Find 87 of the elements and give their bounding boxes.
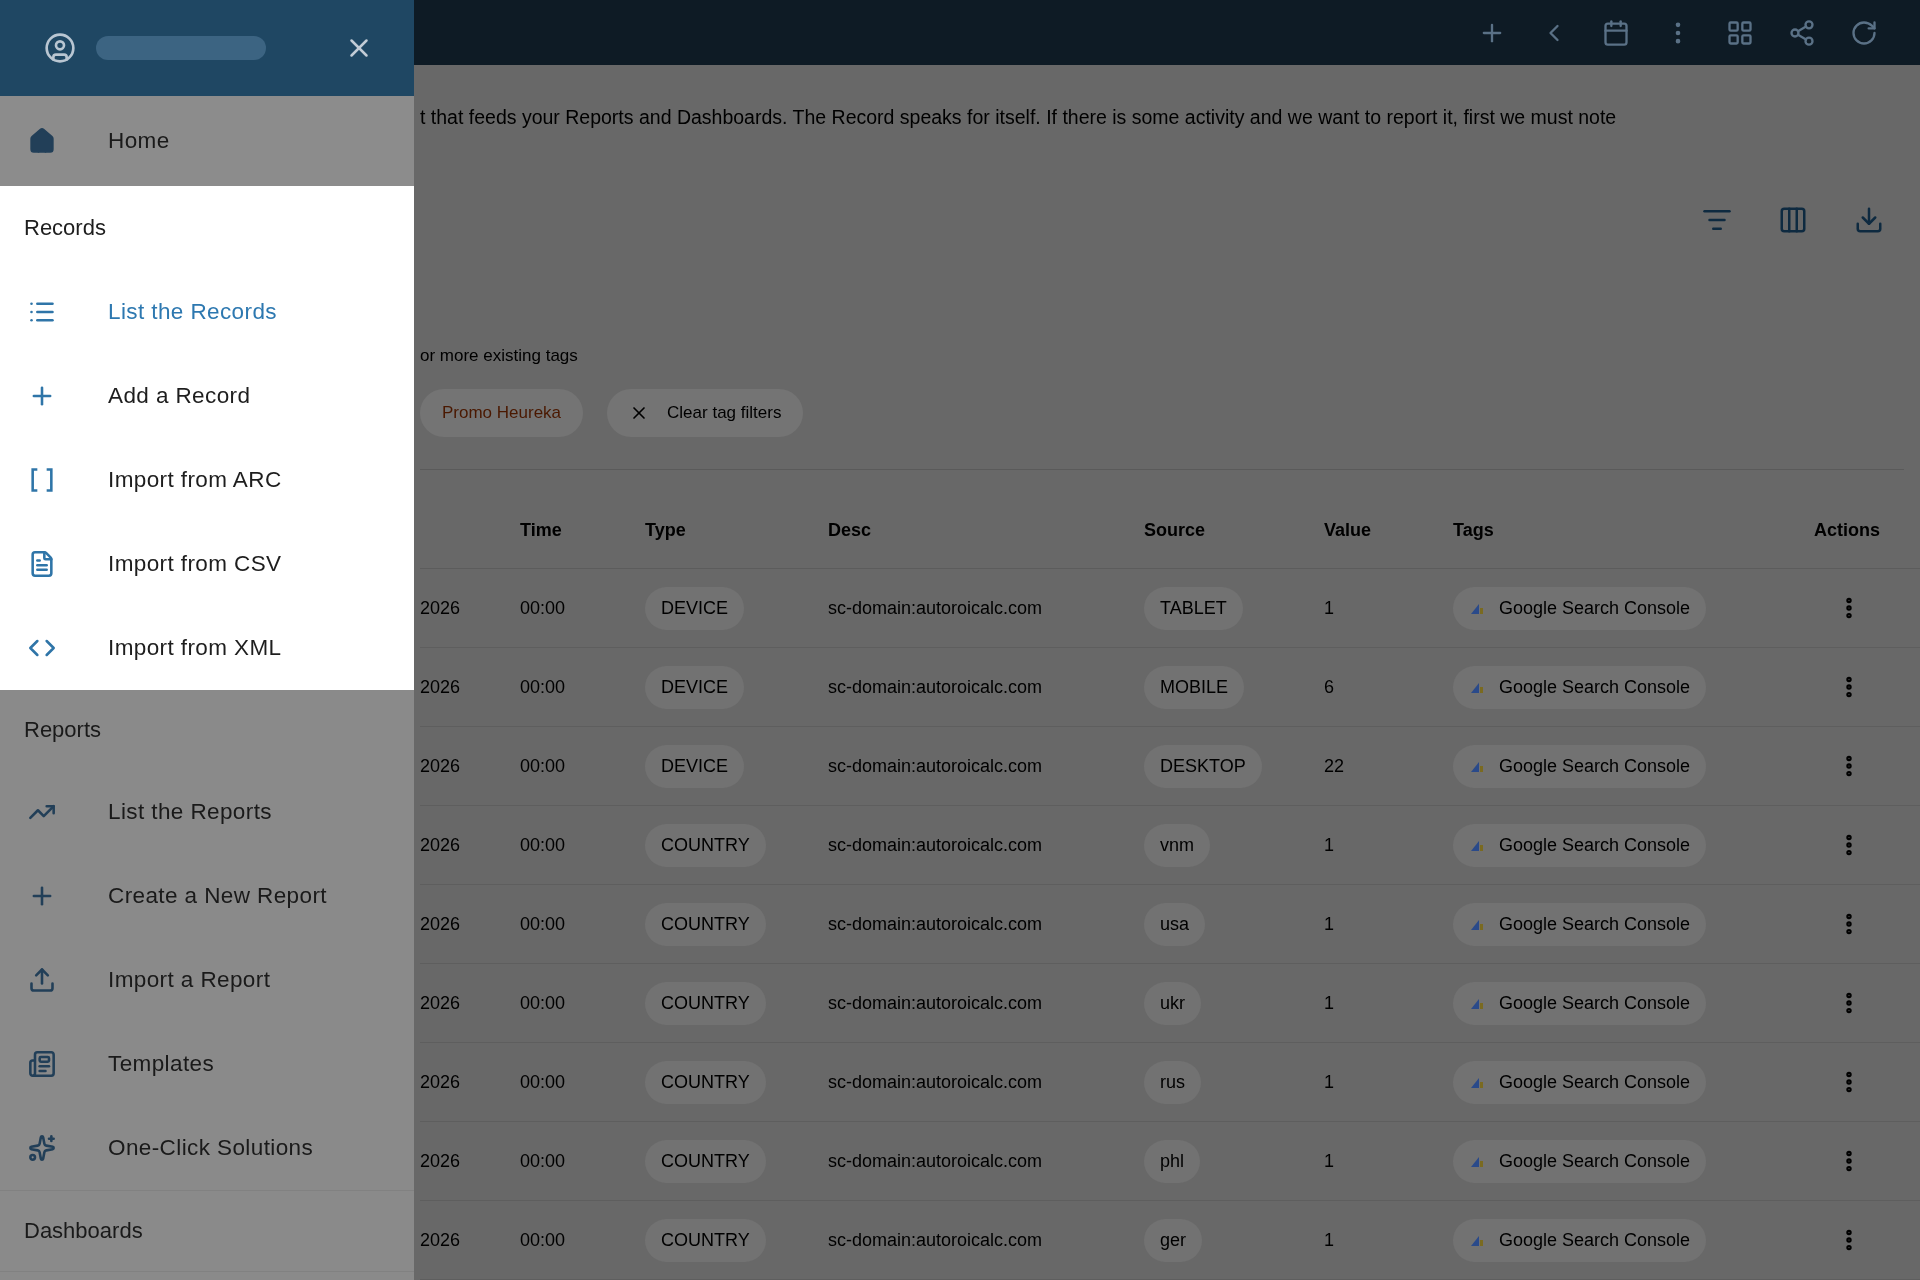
desc-cell: sc-domain:autoroicalc.com bbox=[828, 992, 1043, 1014]
menu-item[interactable]: List the Records bbox=[0, 270, 414, 354]
column-header[interactable]: Desc bbox=[828, 519, 872, 541]
desc-cell: sc-domain:autoroicalc.com bbox=[828, 913, 1043, 935]
type-chip: COUNTRY bbox=[645, 902, 766, 946]
source-chip: MOBILE bbox=[1144, 665, 1245, 709]
date-cell: 2026 bbox=[420, 834, 461, 856]
menu-item[interactable]: Import from ARC bbox=[0, 438, 414, 522]
desc-cell: sc-domain:autoroicalc.com bbox=[828, 755, 1043, 777]
source-chip: vnm bbox=[1144, 823, 1210, 867]
tag-chip: Google Search Console bbox=[1453, 586, 1707, 630]
tag-chip: Google Search Console bbox=[1453, 823, 1707, 867]
section-heading: Reports bbox=[23, 716, 103, 744]
source-chip: DESKTOP bbox=[1144, 744, 1262, 788]
date-cell: 2026 bbox=[420, 1150, 461, 1172]
type-chip: DEVICE bbox=[645, 744, 745, 788]
tag-chip: Google Search Console bbox=[1453, 1060, 1707, 1104]
time-cell: 00:00 bbox=[520, 1229, 566, 1251]
value-cell: 22 bbox=[1324, 755, 1345, 777]
column-header[interactable]: Type bbox=[645, 519, 686, 541]
tag-chip: Google Search Console bbox=[1453, 902, 1707, 946]
value-cell: 1 bbox=[1324, 1150, 1334, 1172]
tag-chip: Google Search Console bbox=[1453, 1218, 1707, 1262]
date-cell: 2026 bbox=[420, 597, 461, 619]
date-cell: 2026 bbox=[420, 992, 461, 1014]
menu-item[interactable]: Templates bbox=[0, 1022, 414, 1106]
date-cell: 2026 bbox=[420, 1229, 461, 1251]
date-cell: 2026 bbox=[420, 676, 461, 698]
time-cell: 00:00 bbox=[520, 676, 566, 698]
source-chip: ukr bbox=[1144, 981, 1201, 1025]
desc-cell: sc-domain:autoroicalc.com bbox=[828, 676, 1043, 698]
tag-chip[interactable]: Promo Heureka bbox=[420, 389, 584, 437]
source-chip: TABLET bbox=[1144, 586, 1243, 630]
time-cell: 00:00 bbox=[520, 1071, 566, 1093]
clear-filters-chip[interactable]: Clear tag filters bbox=[607, 389, 804, 437]
tag-chip: Google Search Console bbox=[1453, 981, 1707, 1025]
time-cell: 00:00 bbox=[520, 913, 566, 935]
column-header[interactable]: Time bbox=[520, 519, 562, 541]
type-chip: COUNTRY bbox=[645, 823, 766, 867]
tag-chip: Google Search Console bbox=[1453, 665, 1707, 709]
type-chip: DEVICE bbox=[645, 665, 745, 709]
value-cell: 1 bbox=[1324, 1229, 1334, 1251]
menu-item[interactable]: Import from CSV bbox=[0, 522, 414, 606]
tag-chip: Google Search Console bbox=[1453, 744, 1707, 788]
desc-cell: sc-domain:autoroicalc.com bbox=[828, 834, 1043, 856]
section-heading: Dashboards bbox=[23, 1217, 144, 1245]
menu-item[interactable]: One-Click Solutions bbox=[0, 1106, 414, 1190]
date-cell: 2026 bbox=[420, 913, 461, 935]
source-chip: usa bbox=[1144, 902, 1206, 946]
desc-cell: sc-domain:autoroicalc.com bbox=[828, 1150, 1043, 1172]
source-chip: ger bbox=[1144, 1218, 1202, 1262]
date-cell: 2026 bbox=[420, 755, 461, 777]
type-chip: COUNTRY bbox=[645, 981, 766, 1025]
value-cell: 1 bbox=[1324, 834, 1334, 856]
type-chip: COUNTRY bbox=[645, 1060, 766, 1104]
intro-text: t that feeds your Reports and Dashboards. The Record speaks for itself. If there is some activity and we want to report it, first we must note bbox=[420, 105, 1617, 129]
type-chip: COUNTRY bbox=[645, 1139, 766, 1183]
time-cell: 00:00 bbox=[520, 992, 566, 1014]
tag-chip: Google Search Console bbox=[1453, 1139, 1707, 1183]
time-cell: 00:00 bbox=[520, 597, 566, 619]
section-heading: Records bbox=[23, 214, 107, 242]
source-chip: phl bbox=[1144, 1139, 1201, 1183]
tags-hint: or more existing tags bbox=[420, 345, 579, 367]
column-header[interactable]: Tags bbox=[1453, 519, 1494, 541]
type-chip: DEVICE bbox=[645, 586, 745, 630]
value-cell: 6 bbox=[1324, 676, 1334, 698]
menu-item[interactable]: Create a New Report bbox=[0, 854, 414, 938]
time-cell: 00:00 bbox=[520, 1150, 566, 1172]
source-chip: rus bbox=[1144, 1060, 1201, 1104]
value-cell: 1 bbox=[1324, 1071, 1334, 1093]
desc-cell: sc-domain:autoroicalc.com bbox=[828, 597, 1043, 619]
desc-cell: sc-domain:autoroicalc.com bbox=[828, 1071, 1043, 1093]
date-cell: 2026 bbox=[420, 1071, 461, 1093]
type-chip: COUNTRY bbox=[645, 1218, 766, 1262]
time-cell: 00:00 bbox=[520, 834, 566, 856]
menu-item[interactable]: List the Reports bbox=[0, 770, 414, 854]
desc-cell: sc-domain:autoroicalc.com bbox=[828, 1229, 1043, 1251]
value-cell: 1 bbox=[1324, 992, 1334, 1014]
menu-item[interactable]: Import from XML bbox=[0, 606, 414, 690]
value-cell: 1 bbox=[1324, 913, 1334, 935]
value-cell: 1 bbox=[1324, 597, 1334, 619]
menu-item[interactable]: Add a Record bbox=[0, 354, 414, 438]
column-header[interactable]: Actions bbox=[1814, 519, 1880, 541]
column-header[interactable]: Source bbox=[1144, 519, 1206, 541]
menu-item[interactable]: Import a Report bbox=[0, 938, 414, 1022]
column-header[interactable]: Value bbox=[1324, 519, 1372, 541]
time-cell: 00:00 bbox=[520, 755, 566, 777]
